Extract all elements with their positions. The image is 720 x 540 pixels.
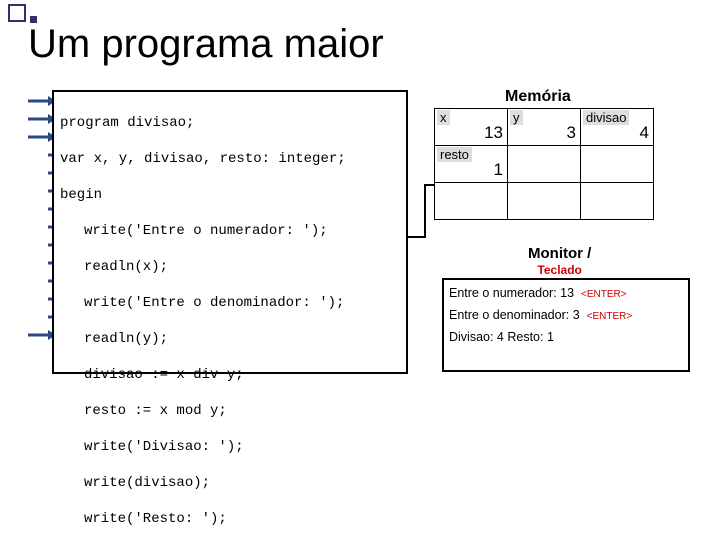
cell-value: 4 (640, 123, 649, 143)
enter-tag: <ENTER> (587, 311, 633, 322)
monitor-line: Divisao: 4 Resto: 1 (449, 327, 683, 347)
cell-label: x (437, 110, 450, 125)
monitor-title-main: Monitor / (528, 245, 591, 262)
memory-title: Memória (505, 88, 571, 106)
memory-cell-y: y 3 (508, 109, 581, 146)
cell-value: 1 (494, 160, 503, 180)
prompt-text: Entre o numerador: (449, 286, 560, 300)
memory-cell-divisao: divisao 4 (581, 109, 654, 146)
memory-grid: x 13 y 3 divisao 4 resto 1 (434, 108, 654, 220)
memory-cell-resto: resto 1 (435, 146, 508, 183)
connector-line (0, 0, 720, 540)
monitor-title-sub: Teclado (528, 262, 591, 278)
cell-value: 3 (567, 123, 576, 143)
monitor-title: Monitor / Teclado (528, 246, 591, 278)
memory-cell-empty (581, 146, 654, 183)
memory-cell-empty (508, 183, 581, 220)
cell-label: y (510, 110, 523, 125)
monitor-line: Entre o numerador: 13 <ENTER> (449, 283, 683, 305)
output-text: Divisao: 4 Resto: 1 (449, 330, 554, 344)
cell-label: resto (437, 147, 472, 162)
prompt-text: Entre o denominador: (449, 308, 573, 322)
cell-label: divisao (583, 110, 629, 125)
monitor-line: Entre o denominador: 3 <ENTER> (449, 305, 683, 327)
memory-cell-empty (435, 183, 508, 220)
enter-tag: <ENTER> (581, 289, 627, 300)
cell-value: 13 (484, 123, 503, 143)
input-value: 13 (560, 286, 574, 300)
memory-cell-x: x 13 (435, 109, 508, 146)
input-value: 3 (573, 308, 580, 322)
memory-cell-empty (508, 146, 581, 183)
memory-cell-empty (581, 183, 654, 220)
monitor-box: Entre o numerador: 13 <ENTER> Entre o de… (442, 278, 690, 372)
